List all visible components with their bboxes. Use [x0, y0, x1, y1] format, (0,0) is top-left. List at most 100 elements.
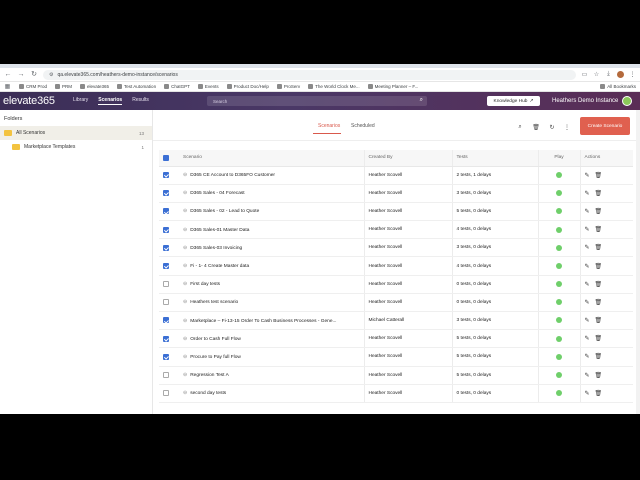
bookmark-prm[interactable]: PRM — [55, 84, 72, 89]
table-row[interactable]: ⊖ D365 Sales-03 Invoicing Heather Scovell 3… — [159, 238, 633, 258]
edit-icon[interactable]: ✎ — [585, 227, 590, 233]
play-button[interactable] — [556, 208, 562, 215]
row-checkbox[interactable] — [163, 208, 169, 215]
profile-avatar[interactable] — [617, 71, 624, 78]
back-icon[interactable]: ← — [4, 71, 12, 79]
scenario-name-cell[interactable]: ⊖ D365 CE Account to D365FO Customer — [179, 166, 365, 185]
edit-icon[interactable]: ✎ — [585, 209, 590, 215]
edit-icon[interactable]: ✎ — [585, 373, 590, 379]
delete-icon[interactable]: 🗑 — [532, 124, 540, 131]
row-checkbox[interactable] — [163, 353, 169, 360]
site-info-icon[interactable]: ⚙ — [49, 72, 53, 78]
delete-icon[interactable]: 🗑 — [595, 245, 603, 251]
global-search-input[interactable]: Search ⌕ — [207, 96, 427, 106]
bookmark-crm-prod[interactable]: CRM Prod — [19, 84, 47, 89]
table-row[interactable]: ⊖ D365 Sales - 04 Forecast Heather Scovell… — [159, 184, 633, 203]
tab-scheduled[interactable]: Scheduled — [351, 123, 375, 129]
delete-icon[interactable]: 🗑 — [595, 209, 603, 215]
delete-icon[interactable]: 🗑 — [595, 373, 603, 379]
play-button[interactable] — [556, 317, 562, 324]
row-checkbox[interactable] — [163, 244, 169, 251]
scenario-name-cell[interactable]: ⊖ D365 Sales-03 Invoicing — [179, 238, 365, 258]
play-button[interactable] — [556, 353, 562, 360]
row-checkbox[interactable] — [163, 262, 169, 269]
header-scenario[interactable]: Scenario — [179, 150, 365, 167]
row-checkbox[interactable] — [163, 190, 169, 197]
apps-icon[interactable]: ▦ — [4, 83, 11, 90]
knowledge-hub-button[interactable]: Knowledge Hub ↗ — [487, 96, 540, 106]
bookmark-star-icon[interactable]: ☆ — [593, 71, 600, 78]
nav-library[interactable]: Library — [73, 97, 88, 105]
scenario-name-cell[interactable]: ⊖ second day tests — [179, 384, 365, 403]
delete-icon[interactable]: 🗑 — [595, 391, 603, 397]
edit-icon[interactable]: ✎ — [585, 264, 590, 270]
table-row[interactable]: ⊖ D365 CE Account to D365FO Customer Heath… — [159, 166, 633, 185]
bookmark-proserv[interactable]: ProServ — [276, 84, 300, 89]
delete-icon[interactable]: 🗑 — [595, 354, 603, 360]
download-icon[interactable]: ⤓ — [605, 71, 612, 78]
delete-icon[interactable]: 🗑 — [595, 173, 603, 179]
bookmark-test-automation[interactable]: Test Automation — [117, 84, 156, 89]
delete-icon[interactable]: 🗑 — [595, 300, 603, 306]
bookmark-chatgpt[interactable]: ChatGPT — [164, 84, 190, 89]
edit-icon[interactable]: ✎ — [585, 245, 590, 251]
scenario-name-cell[interactable]: ⊖ Order to Cash Full Flow — [179, 329, 365, 349]
search-icon[interactable]: ⌕ — [516, 124, 524, 131]
row-checkbox[interactable] — [163, 335, 169, 342]
folder-marketplace-templates[interactable]: Marketplace Templates 1 — [0, 140, 152, 154]
bookmark-events[interactable]: Events — [197, 84, 219, 89]
play-button[interactable] — [556, 190, 562, 197]
table-row[interactable]: ⊖ D365 Sales - 02 - Lead to Quote Heather … — [159, 202, 633, 222]
play-button[interactable] — [556, 226, 562, 233]
play-button[interactable] — [556, 171, 562, 178]
user-avatar[interactable] — [622, 96, 632, 106]
row-checkbox[interactable] — [163, 281, 169, 288]
row-checkbox[interactable] — [163, 317, 169, 324]
table-row[interactable]: ⊖ Regression Test A Heather Scovell 5 tests… — [159, 366, 633, 385]
play-button[interactable] — [556, 372, 562, 379]
header-created-by[interactable]: Created By — [364, 150, 453, 167]
play-button[interactable] — [556, 335, 562, 342]
app-logo[interactable]: elevate365 — [3, 95, 73, 107]
scenario-name-cell[interactable]: ⊖ Regression Test A — [179, 366, 365, 385]
edit-icon[interactable]: ✎ — [585, 336, 590, 342]
row-checkbox[interactable] — [163, 390, 169, 397]
refresh-icon[interactable]: ↻ — [548, 124, 556, 131]
table-row[interactable]: ⊖ Procure to Pay full Flow Heather Scovell… — [159, 347, 633, 367]
scenario-name-cell[interactable]: ⊖ Heathers test scenario — [179, 293, 365, 313]
edit-icon[interactable]: ✎ — [585, 282, 590, 288]
play-button[interactable] — [556, 262, 562, 269]
all-bookmarks[interactable]: All Bookmarks — [600, 84, 636, 89]
tab-scenarios[interactable]: Scenarios — [318, 123, 340, 129]
table-row[interactable]: ⊖ Order to Cash Full Flow Heather Scovell 5… — [159, 329, 633, 349]
nav-results[interactable]: Results — [132, 97, 149, 105]
bookmark-product-doc[interactable]: Product Doc/Help — [226, 84, 269, 89]
row-checkbox[interactable] — [163, 372, 169, 379]
row-checkbox[interactable] — [163, 299, 169, 306]
select-all-checkbox[interactable] — [163, 154, 169, 161]
reload-icon[interactable]: ↻ — [30, 71, 38, 79]
delete-icon[interactable]: 🗑 — [595, 282, 603, 288]
table-row[interactable]: ⊖ D365 Sales-01 Master Data Heather Scovel… — [159, 220, 633, 240]
edit-icon[interactable]: ✎ — [585, 173, 590, 179]
scenario-name-cell[interactable]: ⊖ Marketplace – Fi-13-15 Order To Cash Bu… — [179, 311, 365, 331]
scenario-name-cell[interactable]: ⊖ D365 Sales - 04 Forecast — [179, 184, 365, 203]
play-button[interactable] — [556, 281, 562, 288]
cast-icon[interactable]: ▭ — [581, 71, 588, 78]
delete-icon[interactable]: 🗑 — [595, 191, 603, 197]
create-scenario-button[interactable]: Create Scenario — [580, 117, 630, 135]
delete-icon[interactable]: 🗑 — [595, 318, 603, 324]
more-options-icon[interactable]: ⋮ — [563, 124, 571, 131]
edit-icon[interactable]: ✎ — [585, 191, 590, 197]
bookmark-elevate365[interactable]: elevate365 — [80, 84, 109, 89]
scenario-name-cell[interactable]: ⊖ First day tests — [179, 275, 365, 294]
row-checkbox[interactable] — [163, 171, 169, 178]
edit-icon[interactable]: ✎ — [585, 318, 590, 324]
scrollbar[interactable] — [636, 110, 640, 414]
nav-scenarios[interactable]: Scenarios — [98, 97, 123, 105]
row-checkbox[interactable] — [163, 226, 169, 233]
edit-icon[interactable]: ✎ — [585, 354, 590, 360]
instance-name[interactable]: Heathers Demo Instance — [552, 98, 618, 104]
table-row[interactable]: ⊖ Fi - 1- 4 Create Master data Heather Sco… — [159, 256, 633, 276]
scenario-name-cell[interactable]: ⊖ Fi - 1- 4 Create Master data — [179, 256, 365, 276]
